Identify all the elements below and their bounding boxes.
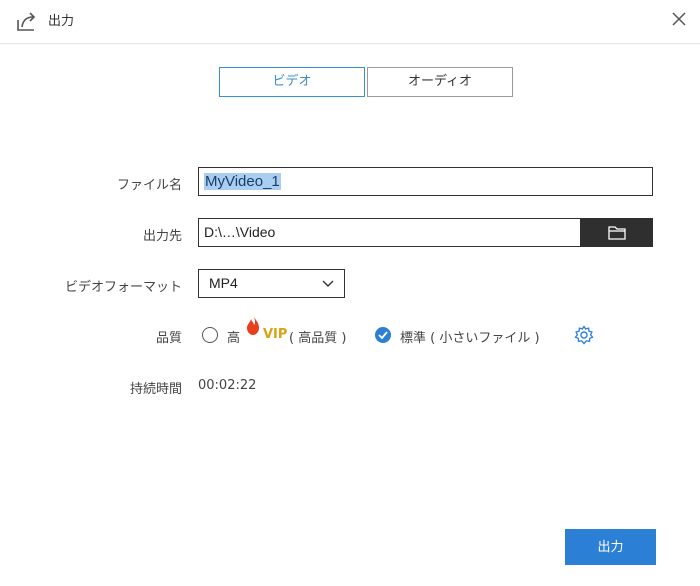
output-type-tabs: ビデオ オーディオ [219, 67, 513, 97]
quality-standard-radio[interactable] [375, 327, 391, 343]
vip-badge: VIP [263, 327, 288, 342]
duration-label: 持続時間 [129, 382, 182, 397]
quality-high-label: ( 高品質 ) [289, 331, 347, 346]
format-value: MP4 [209, 275, 238, 291]
filename-value: MyVideo_1 [204, 173, 281, 190]
format-label: ビデオフォーマット [64, 280, 182, 295]
output-path-input[interactable]: D:\…\Video [198, 218, 580, 247]
close-icon[interactable] [668, 8, 690, 30]
window-title: 出力 [48, 14, 75, 29]
folder-icon [608, 226, 626, 240]
tab-video[interactable]: ビデオ [219, 67, 365, 97]
browse-folder-button[interactable] [580, 218, 653, 247]
check-icon [378, 331, 388, 340]
export-button[interactable]: 出力 [565, 529, 656, 565]
export-icon [17, 12, 36, 31]
filename-input[interactable]: MyVideo_1 [198, 167, 653, 196]
flame-icon [247, 315, 259, 335]
quality-high-radio[interactable] [202, 327, 218, 343]
duration-value: 00:02:22 [198, 378, 257, 393]
tab-audio[interactable]: オーディオ [367, 67, 513, 97]
filename-label: ファイル名 [116, 178, 182, 193]
gear-icon[interactable] [574, 325, 594, 345]
quality-label: 品質 [155, 331, 182, 346]
output-path-label: 出力先 [142, 229, 182, 244]
quality-high-prefix: 高 [227, 331, 241, 346]
format-select[interactable]: MP4 [198, 269, 345, 298]
chevron-down-icon [322, 280, 334, 287]
quality-standard-label: 標準 ( 小さいファイル ) [400, 331, 540, 346]
title-bar: 出力 [0, 0, 700, 44]
